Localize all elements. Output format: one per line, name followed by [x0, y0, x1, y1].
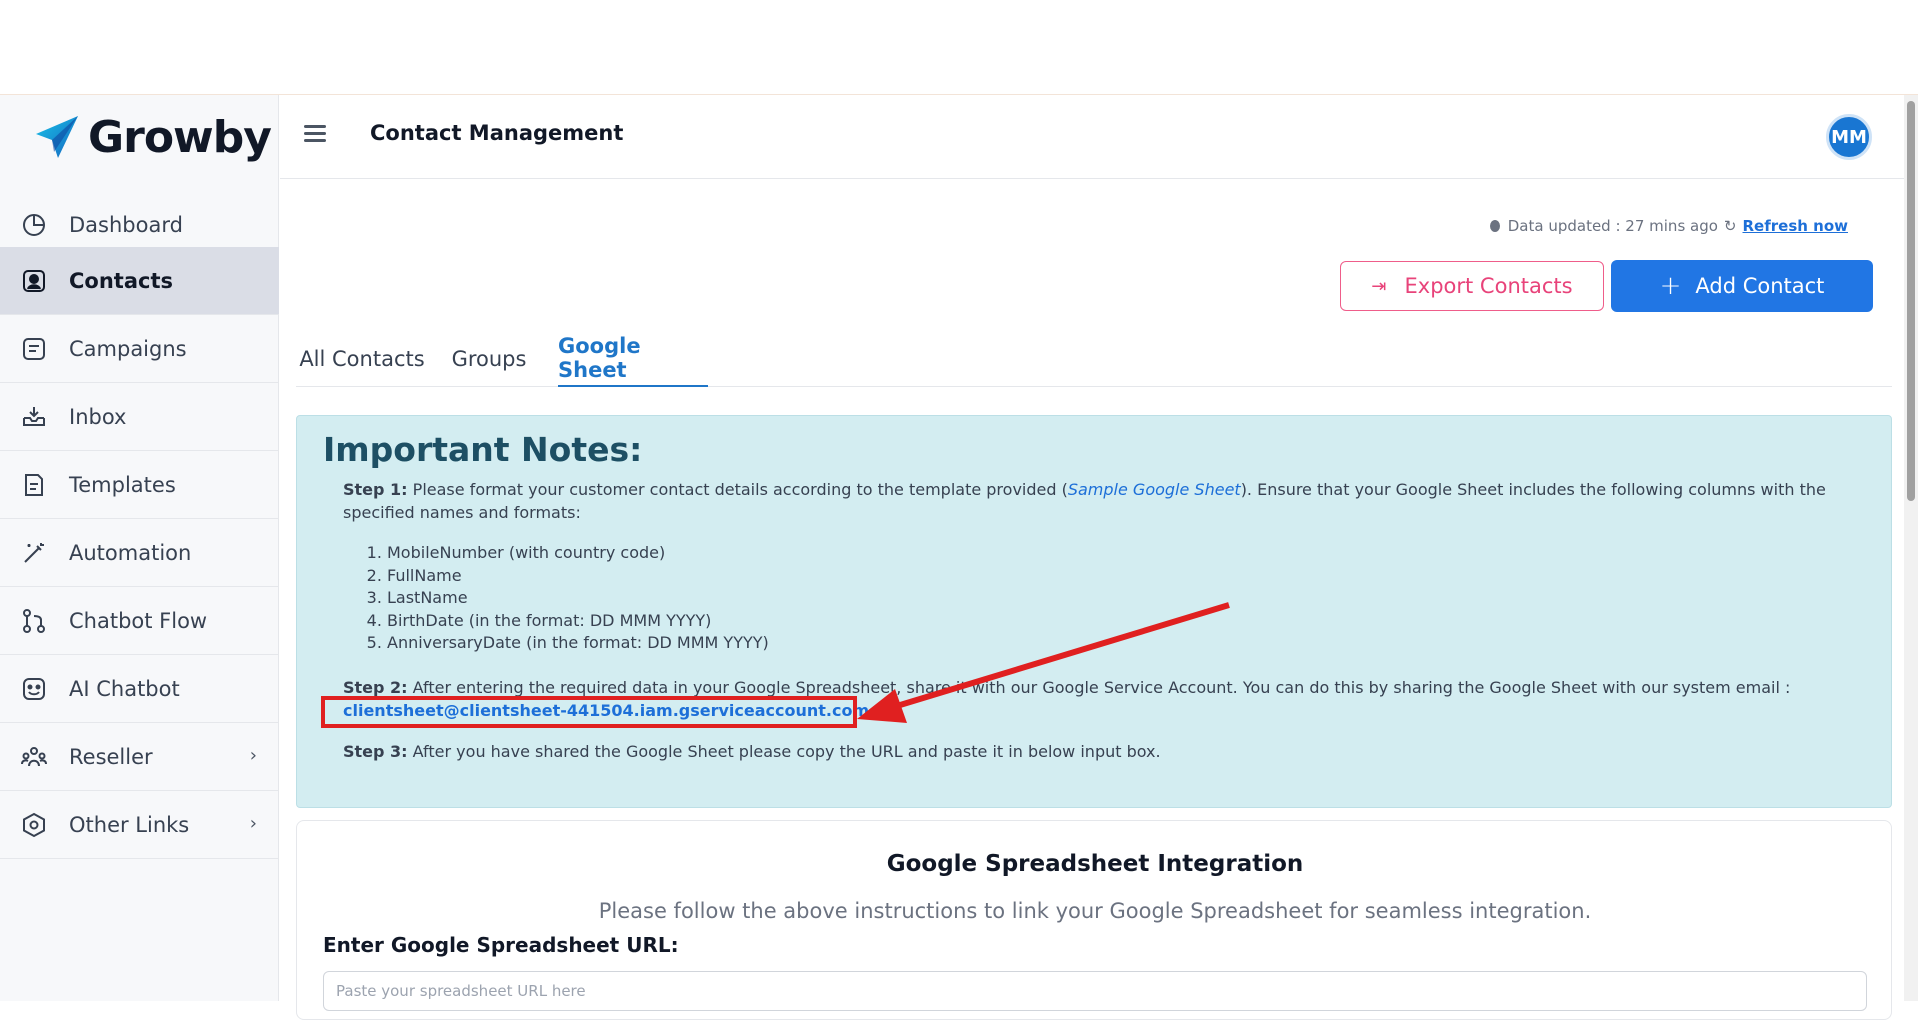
brand-name: Growby	[88, 111, 272, 163]
step-1-label: Step 1:	[343, 480, 408, 499]
pie-chart-icon	[20, 211, 48, 239]
sidebar-item-label: Templates	[69, 472, 176, 497]
step-1-text: Step 1: Please format your customer cont…	[343, 478, 1863, 524]
sidebar-item-label: Chatbot Flow	[69, 608, 208, 633]
hexagon-icon	[20, 811, 48, 839]
spreadsheet-url-input[interactable]	[323, 971, 1867, 1011]
page-title: Contact Management	[370, 121, 624, 145]
sidebar-item-label: Dashboard	[69, 212, 183, 237]
list-item: MobileNumber (with country code)	[387, 542, 769, 565]
list-item: AnniversaryDate (in the format: DD MMM Y…	[387, 632, 769, 655]
tab-groups[interactable]: Groups	[436, 331, 542, 387]
step-1-text-c: specified names and formats:	[343, 503, 581, 522]
annotation-arrow-icon	[857, 602, 1230, 723]
main-content: Contact Management MM Data updated : 27 …	[280, 95, 1904, 1020]
users-icon	[20, 743, 48, 771]
bot-icon	[20, 675, 48, 703]
step-1-text-b: ). Ensure that your Google Sheet include…	[1240, 480, 1826, 499]
app-shell: Growby Dashboard Contacts Campaigns Inbo…	[0, 95, 1918, 1020]
sidebar-item-label: AI Chatbot	[69, 676, 180, 701]
template-icon	[20, 471, 48, 499]
brand-logo[interactable]: Growby	[32, 109, 272, 165]
sidebar-item-label: Inbox	[69, 404, 127, 429]
page-scrollbar[interactable]	[1904, 95, 1918, 1001]
refresh-now-link[interactable]: Refresh now	[1743, 217, 1849, 235]
sidebar-item-other-links[interactable]: Other Links ›	[0, 791, 279, 859]
export-icon: ⇥	[1371, 275, 1387, 297]
chevron-right-icon: ›	[249, 813, 257, 834]
step-2-label: Step 2:	[343, 678, 408, 697]
scrollbar-thumb[interactable]	[1907, 101, 1915, 501]
plus-icon: +	[1659, 271, 1682, 301]
step-3-label: Step 3:	[343, 742, 408, 761]
sidebar-item-automation[interactable]: Automation	[0, 519, 279, 587]
top-header: Contact Management MM	[280, 95, 1904, 179]
sidebar-item-label: Campaigns	[69, 336, 187, 361]
magic-wand-icon	[20, 539, 48, 567]
contact-icon	[20, 267, 48, 295]
add-contact-button[interactable]: + Add Contact	[1611, 260, 1873, 312]
important-notes-panel: Important Notes: Step 1: Please format y…	[296, 415, 1892, 808]
campaign-icon	[20, 335, 48, 363]
tab-google-sheet[interactable]: Google Sheet	[558, 331, 708, 387]
sidebar: Growby Dashboard Contacts Campaigns Inbo…	[0, 95, 279, 1001]
email-highlight-box	[321, 696, 857, 728]
contact-tabs: All Contacts Groups Google Sheet	[296, 331, 1892, 387]
step-3-text: Step 3: After you have shared the Google…	[343, 740, 1863, 763]
notes-title: Important Notes:	[323, 430, 643, 469]
avatar[interactable]: MM	[1826, 114, 1872, 160]
inbox-icon	[20, 403, 48, 431]
refresh-icon: ↻	[1723, 217, 1737, 235]
spreadsheet-integration-card: Google Spreadsheet Integration Please fo…	[296, 820, 1892, 1020]
sidebar-item-ai-chatbot[interactable]: AI Chatbot	[0, 655, 279, 723]
add-contact-label: Add Contact	[1695, 274, 1825, 298]
sidebar-item-label: Automation	[69, 540, 192, 565]
updated-text: Data updated : 27 mins ago	[1507, 217, 1718, 235]
export-contacts-button[interactable]: ⇥ Export Contacts	[1340, 261, 1604, 311]
browser-top-strip	[0, 0, 1918, 95]
paper-plane-icon	[36, 116, 78, 158]
data-updated-status: Data updated : 27 mins ago ↻ Refresh now	[1489, 217, 1849, 235]
required-columns-list: MobileNumber (with country code) FullNam…	[367, 542, 769, 655]
sidebar-item-label: Contacts	[69, 268, 173, 293]
export-contacts-label: Export Contacts	[1404, 274, 1573, 298]
sidebar-item-inbox[interactable]: Inbox	[0, 383, 279, 451]
integration-subtitle: Please follow the above instructions to …	[598, 899, 1592, 923]
step-1-text-a: Please format your customer contact deta…	[412, 480, 1068, 499]
sidebar-item-label: Other Links	[69, 812, 190, 837]
step-3-body: After you have shared the Google Sheet p…	[412, 742, 1161, 761]
clock-icon	[1489, 220, 1500, 232]
sidebar-item-templates[interactable]: Templates	[0, 451, 279, 519]
list-item: LastName	[387, 587, 769, 610]
list-item: BirthDate (in the format: DD MMM YYYY)	[387, 610, 769, 633]
url-label: Enter Google Spreadsheet URL:	[323, 933, 679, 957]
sidebar-item-contacts[interactable]: Contacts	[0, 247, 279, 315]
sidebar-item-chatbot-flow[interactable]: Chatbot Flow	[0, 587, 279, 655]
sidebar-item-label: Reseller	[69, 744, 153, 769]
sidebar-item-reseller[interactable]: Reseller ›	[0, 723, 279, 791]
integration-title: Google Spreadsheet Integration	[886, 851, 1304, 877]
flow-icon	[20, 607, 48, 635]
list-item: FullName	[387, 565, 769, 588]
tab-all-contacts[interactable]: All Contacts	[296, 331, 428, 387]
menu-toggle-icon[interactable]	[304, 125, 326, 143]
chevron-right-icon: ›	[249, 745, 257, 766]
sidebar-item-campaigns[interactable]: Campaigns	[0, 315, 279, 383]
sample-google-sheet-link[interactable]: Sample Google Sheet	[1068, 480, 1241, 499]
